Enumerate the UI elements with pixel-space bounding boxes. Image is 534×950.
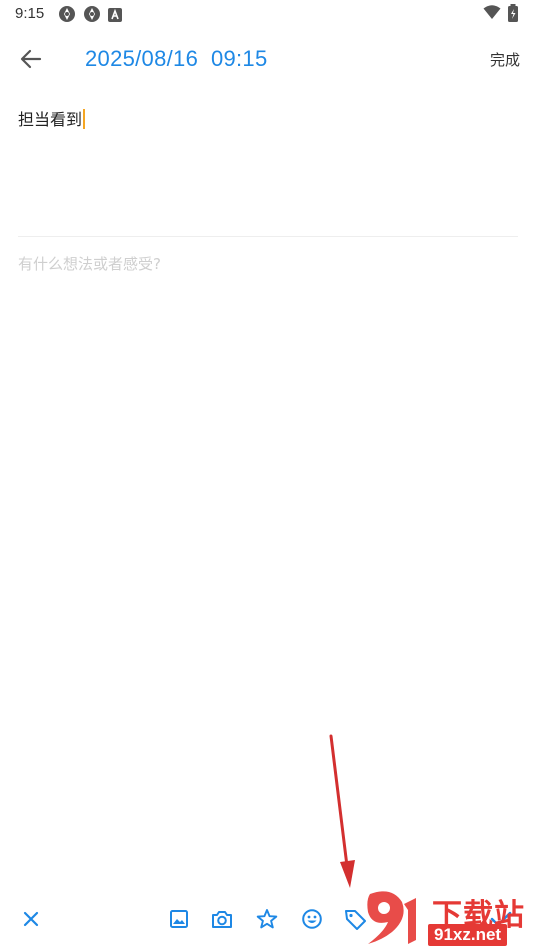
camera-button[interactable] bbox=[209, 906, 235, 932]
close-button[interactable] bbox=[18, 906, 44, 932]
text-cursor bbox=[83, 109, 86, 129]
app-notification-icon bbox=[83, 5, 101, 23]
entry-time: 09:15 bbox=[210, 46, 268, 71]
emoji-icon bbox=[302, 909, 322, 929]
emoji-button[interactable] bbox=[299, 906, 325, 932]
app-notification-icon bbox=[58, 5, 76, 23]
camera-icon bbox=[212, 911, 232, 928]
entry-date: 2025/08/16 bbox=[85, 46, 199, 71]
star-icon bbox=[256, 909, 278, 929]
date-time-title[interactable]: 2025/08/16 09:15 bbox=[85, 46, 268, 72]
back-button[interactable] bbox=[16, 44, 46, 74]
status-bar: 9:15 bbox=[0, 0, 534, 28]
body-input-placeholder[interactable]: 有什么想法或者感受? bbox=[18, 253, 518, 274]
image-icon bbox=[170, 910, 188, 928]
watermark-url: 91xz.net bbox=[428, 924, 508, 946]
title-input[interactable]: 担当看到 bbox=[18, 106, 518, 226]
status-time: 9:15 bbox=[15, 5, 45, 22]
app-header: 2025/08/16 09:15 完成 bbox=[0, 36, 534, 82]
arrow-left-icon bbox=[20, 49, 42, 69]
close-icon bbox=[23, 911, 39, 927]
divider bbox=[18, 236, 518, 237]
battery-icon bbox=[507, 4, 519, 26]
done-button[interactable]: 完成 bbox=[490, 49, 520, 70]
favorite-button[interactable] bbox=[254, 906, 280, 932]
insert-image-button[interactable] bbox=[166, 906, 192, 932]
watermark-logo-icon bbox=[367, 891, 416, 944]
wifi-icon bbox=[483, 4, 501, 24]
a-badge-icon bbox=[108, 7, 122, 22]
watermark: 下载站 91xz.net bbox=[362, 888, 534, 950]
title-text: 担当看到 bbox=[18, 110, 83, 129]
